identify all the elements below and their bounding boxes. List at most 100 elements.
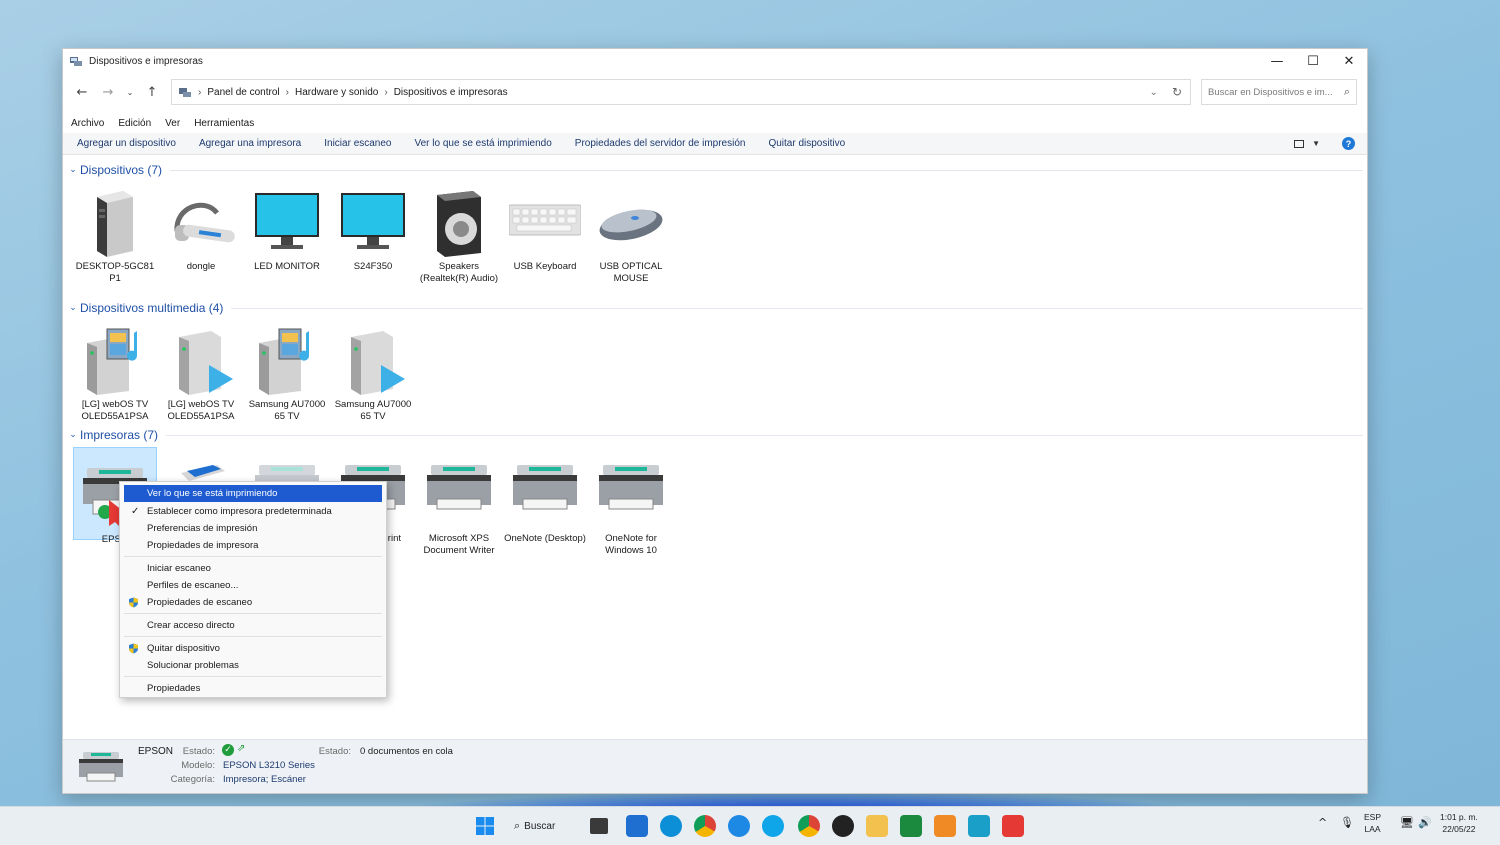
device-label: OneNote for Windows 10 [605,533,657,556]
add-printer-button[interactable]: Agregar una impresora [199,138,301,149]
breadcrumb-dispositivos-e-impresoras[interactable]: Dispositivos e impresoras [394,87,508,98]
section-printers-header[interactable]: ⌄ Impresoras (7) [67,428,1363,442]
up-arrow-icon[interactable]: ↑ [139,79,165,105]
menu-item-troubleshoot[interactable]: Solucionar problemas [120,657,386,674]
taskbar: ⌕ Buscar ^ 🎙 ESP LAA 🖥 🔊 1:01 p. m. 22/0… [0,806,1500,845]
menu-item-properties[interactable]: Propiedades [120,680,386,697]
menu-item-see-whats-printing[interactable]: Ver lo que se está imprimiendo [124,485,382,502]
media-renderer-icon [351,331,405,395]
collapse-chevron-icon[interactable]: ⌄ [67,430,79,440]
start-windows-icon[interactable] [474,815,496,837]
close-button[interactable]: ✕ [1331,49,1367,73]
maximize-button[interactable]: ☐ [1295,49,1331,73]
view-options-chevron-icon[interactable]: ▼ [1312,139,1320,148]
recorder-app-icon[interactable] [1002,815,1024,837]
breadcrumb-panel-de-control[interactable]: Panel de control [207,87,279,98]
search-icon[interactable]: ⌕ [1344,85,1350,99]
device-s24f350[interactable]: S24F350 [331,187,415,273]
tray-overflow-chevron-icon[interactable]: ^ [1318,817,1327,829]
change-view-icon[interactable] [1294,139,1305,148]
printer-icon [79,752,123,782]
network-icon[interactable]: 🖥 [1400,817,1414,829]
multimedia-samsung-renderer[interactable]: Samsung AU7000 65 TV [331,325,415,422]
headset-icon [174,202,235,243]
menu-item-printer-properties[interactable]: Propiedades de impresora [120,537,386,554]
device-label: dongle [186,261,216,272]
media-renderer-icon [179,331,233,395]
edge-browser-icon[interactable] [660,815,682,837]
section-multimedia-title: Dispositivos multimedia (4) [80,301,224,315]
remove-device-button[interactable]: Quitar dispositivo [768,138,845,149]
multimedia-samsung-server[interactable]: Samsung AU7000 65 TV [245,325,329,422]
device-desktop[interactable]: DESKTOP-5GC81 P1 [73,187,157,284]
clock[interactable]: 1:01 p. m. 22/05/22 [1440,811,1478,835]
remote-desktop-icon[interactable] [968,815,990,837]
section-multimedia-header[interactable]: ⌄ Dispositivos multimedia (4) [67,301,1363,315]
device-speakers[interactable]: Speakers (Realtek(R) Audio) [417,187,501,284]
skype-icon[interactable] [762,815,784,837]
collapse-chevron-icon[interactable]: ⌄ [67,303,79,313]
address-dropdown-icon[interactable]: ⌄ [1150,87,1158,98]
recent-locations-chevron-icon[interactable]: ⌄ [121,79,139,105]
widgets-icon[interactable] [626,815,648,837]
collapse-chevron-icon[interactable]: ⌄ [67,165,79,175]
section-devices-title: Dispositivos (7) [80,163,163,177]
taskbar-search-button[interactable]: ⌕ Buscar [514,815,580,837]
search-icon: ⌕ [514,819,521,832]
help-icon[interactable]: ? [1342,137,1355,150]
see-whats-printing-button[interactable]: Ver lo que se está imprimiendo [415,138,552,149]
minimize-button[interactable]: — [1259,49,1295,73]
refresh-icon[interactable]: ↻ [1172,85,1182,99]
back-arrow-icon[interactable]: ← [69,79,95,105]
settings-gear-icon[interactable] [728,815,750,837]
add-device-button[interactable]: Agregar un dispositivo [77,138,176,149]
microphone-icon[interactable]: 🎙 [1340,817,1354,829]
menu-herramientas[interactable]: Herramientas [194,118,254,129]
chrome-profile-icon[interactable] [798,815,820,837]
control-panel-icon [179,88,191,97]
printer-microsoft-xps[interactable]: Microsoft XPS Document Writer [417,459,501,556]
menu-item-scan-properties[interactable]: Propiedades de escaneo [120,594,386,611]
breadcrumb-separator-icon: › [384,86,388,98]
mouse-icon [599,209,663,241]
menu-archivo[interactable]: Archivo [71,118,104,129]
printer-onenote-win10[interactable]: OneNote for Windows 10 [589,459,673,556]
snip-tool-icon[interactable] [934,815,956,837]
section-devices-header[interactable]: ⌄ Dispositivos (7) [67,163,1363,177]
keyboard-icon [509,204,581,236]
chrome-browser-icon[interactable] [694,815,716,837]
media-player-icon[interactable] [832,815,854,837]
task-view-icon[interactable] [590,818,608,834]
start-scan-button[interactable]: Iniciar escaneo [324,138,391,149]
address-bar[interactable]: › Panel de control › Hardware y sonido ›… [171,79,1191,105]
multimedia-lg-server[interactable]: [LG] webOS TV OLED55A1PSA [73,325,157,422]
menu-item-create-shortcut[interactable]: Crear acceso directo [120,617,386,634]
device-led-monitor[interactable]: LED MONITOR [245,187,329,273]
menu-edicion[interactable]: Edición [118,118,151,129]
device-dongle[interactable]: dongle [159,187,243,273]
menu-item-set-default[interactable]: ✓ Establecer como impresora predeterminad… [120,503,386,520]
menu-ver[interactable]: Ver [165,118,180,129]
language-indicator[interactable]: ESP LAA [1364,811,1381,835]
search-input[interactable]: Buscar en Dispositivos e im... ⌕ [1201,79,1357,105]
menu-item-scan-profiles[interactable]: Perfiles de escaneo... [120,577,386,594]
menu-item-remove-device[interactable]: Quitar dispositivo [120,640,386,657]
file-explorer-icon[interactable] [866,815,888,837]
address-row: ← → ⌄ ↑ › Panel de control › Hardware y … [63,73,1367,111]
print-server-properties-button[interactable]: Propiedades del servidor de impresión [575,138,746,149]
device-usb-keyboard[interactable]: USB Keyboard [503,187,587,273]
section-printers-title: Impresoras (7) [80,428,159,442]
multimedia-lg-renderer[interactable]: [LG] webOS TV OLED55A1PSA [159,325,243,422]
volume-icon[interactable]: 🔊 [1418,817,1432,829]
device-label: USB Keyboard [513,261,577,272]
printer-onenote-desktop[interactable]: OneNote (Desktop) [503,459,587,545]
device-usb-optical-mouse[interactable]: USB OPTICAL MOUSE [589,187,673,284]
menu-item-start-scan[interactable]: Iniciar escaneo [120,560,386,577]
breadcrumb-hardware-y-sonido[interactable]: Hardware y sonido [295,87,378,98]
camtasia-icon[interactable] [900,815,922,837]
forward-arrow-icon[interactable]: → [95,79,121,105]
monitor-icon [255,193,319,249]
menu-item-print-preferences[interactable]: Preferencias de impresión [120,520,386,537]
device-label: USB OPTICAL MOUSE [599,261,663,284]
details-modelo-label: Modelo: [181,760,215,771]
